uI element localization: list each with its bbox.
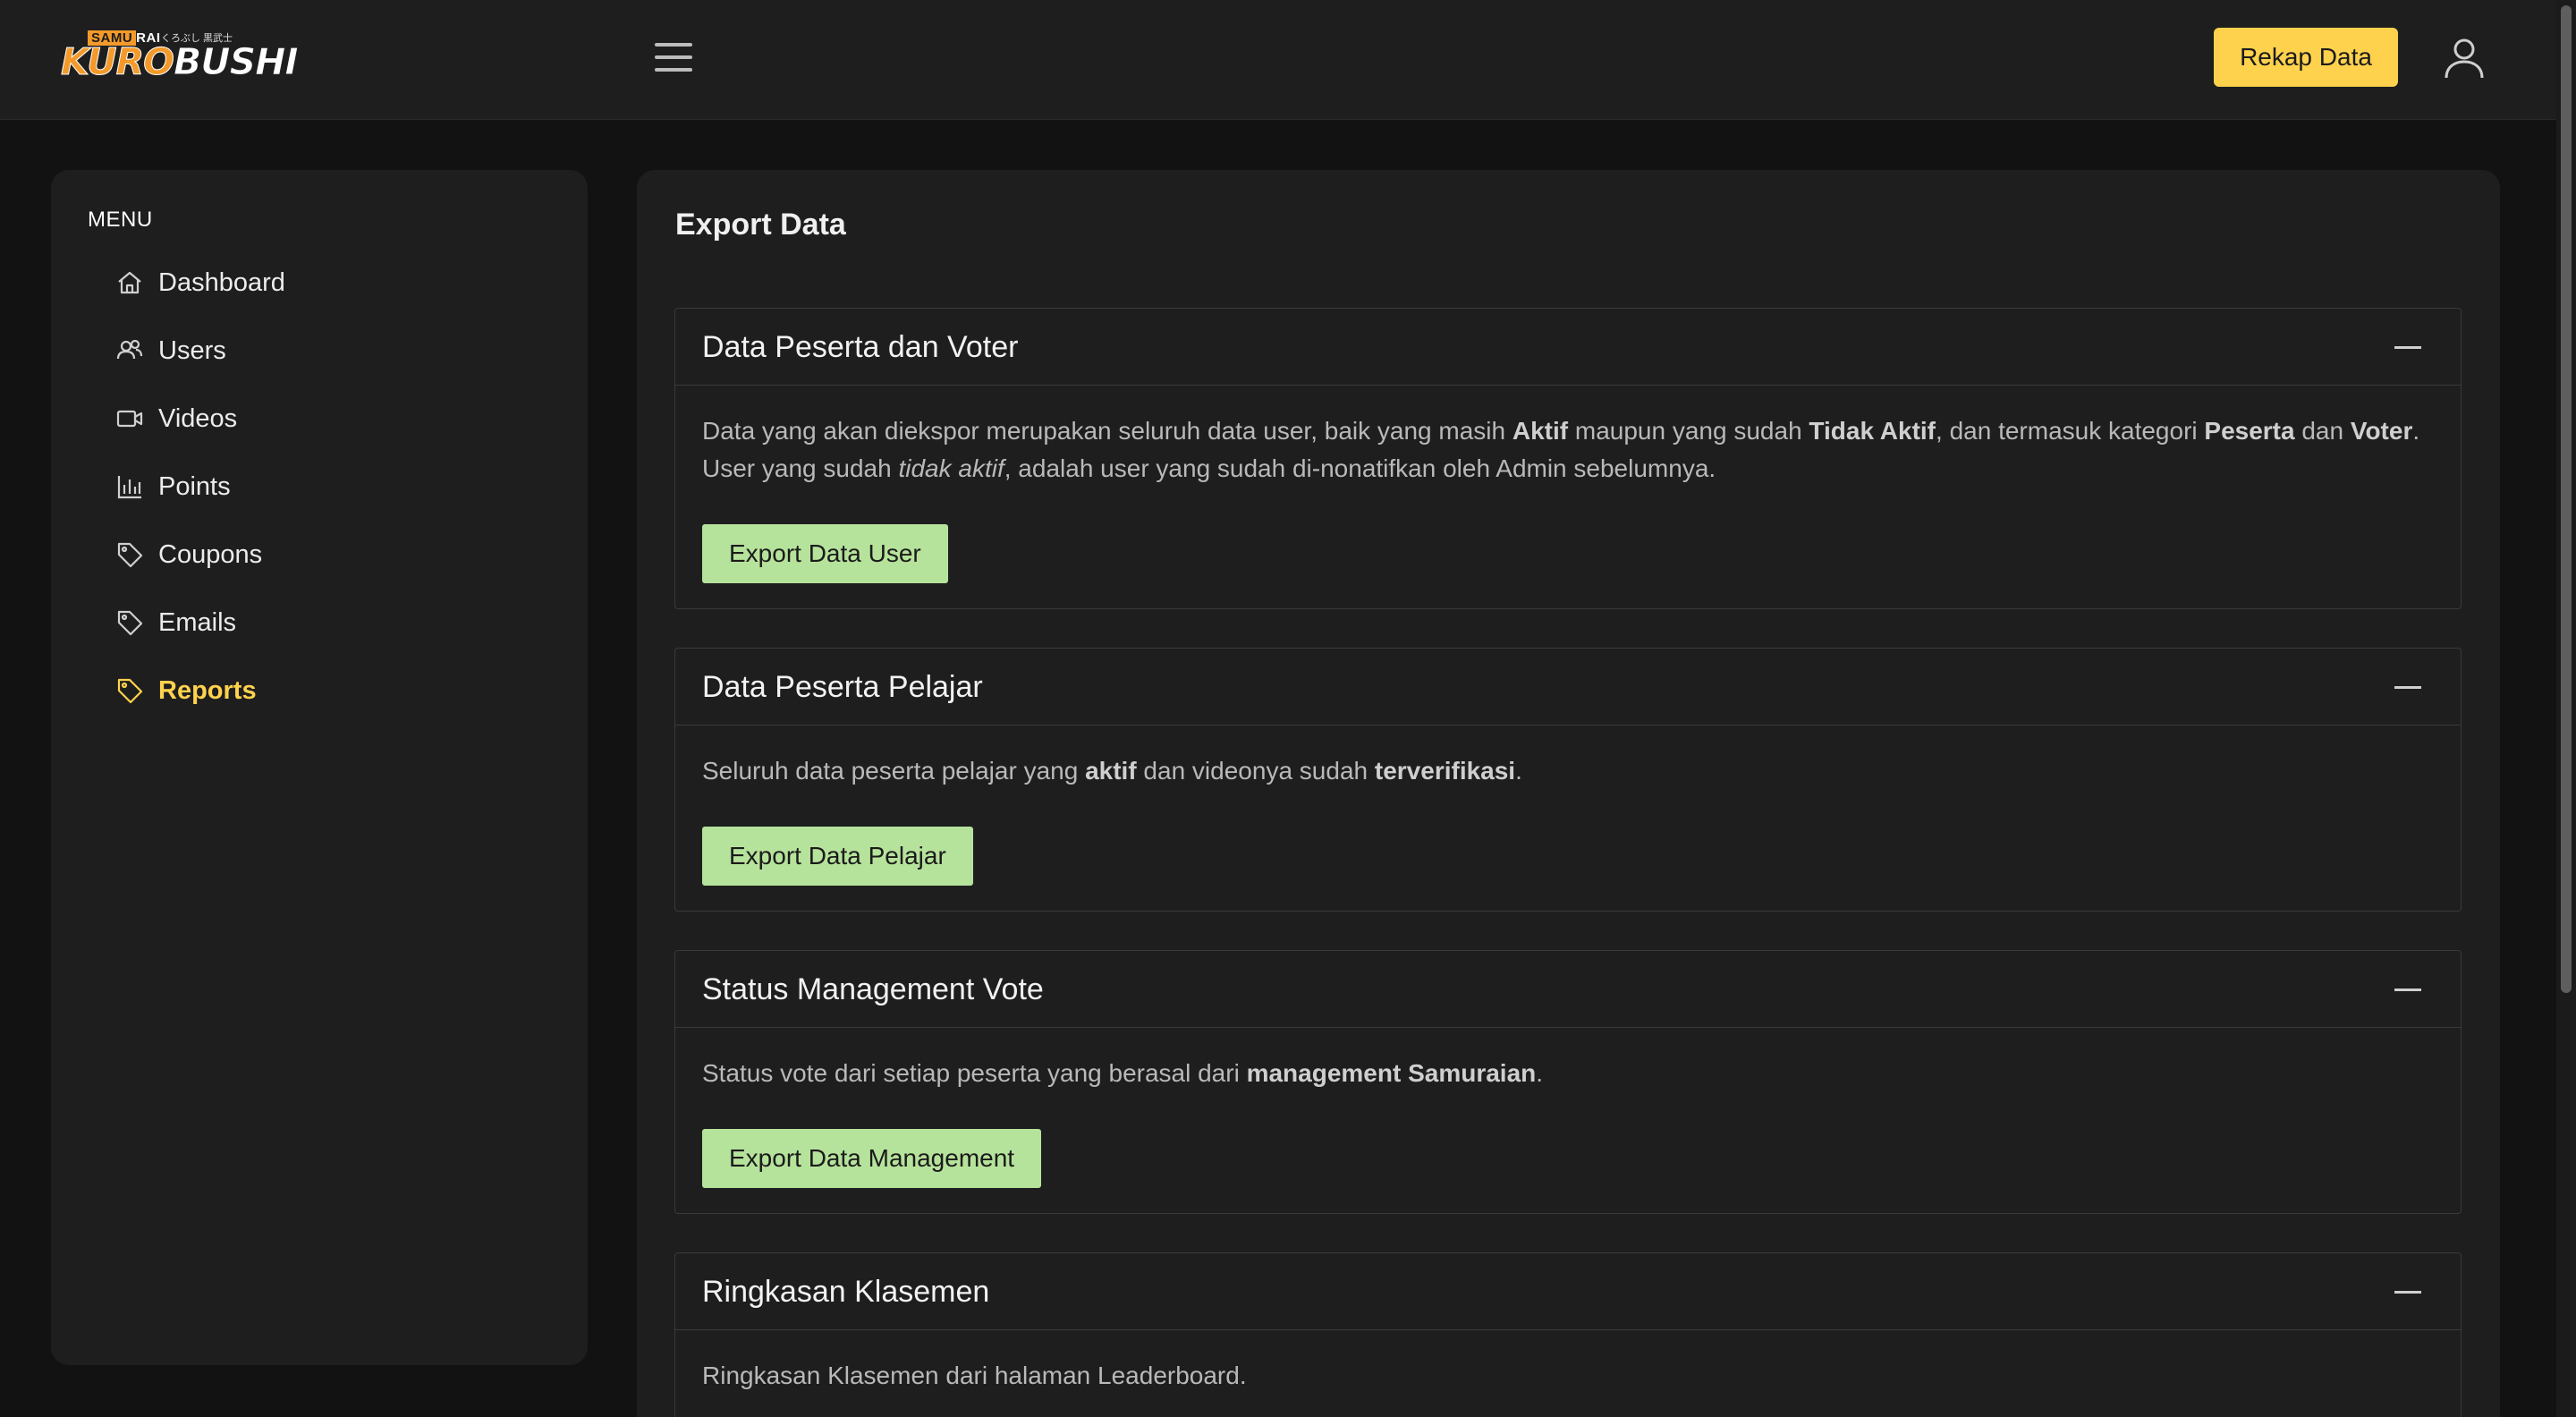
sidebar-item-dashboard[interactable]: Dashboard: [115, 260, 545, 305]
card-title: Data Peserta Pelajar: [702, 670, 983, 704]
card-status-management-vote: Status Management Vote Status vote dari …: [674, 950, 2462, 1214]
sidebar-item-label: Emails: [158, 607, 237, 637]
collapse-minus-icon[interactable]: [2394, 978, 2421, 1001]
card-header: Data Peserta Pelajar: [675, 649, 2461, 725]
card-body: Seluruh data peserta pelajar yang aktif …: [675, 725, 2461, 790]
bar-chart-icon: [117, 476, 141, 499]
card-header: Ringkasan Klasemen: [675, 1253, 2461, 1330]
card-data-peserta-voter: Data Peserta dan Voter Data yang akan di…: [674, 308, 2462, 609]
sidebar-item-users[interactable]: Users: [115, 328, 545, 373]
card-title: Ringkasan Klasemen: [702, 1275, 990, 1309]
card-body: Status vote dari setiap peserta yang ber…: [675, 1028, 2461, 1092]
card-ringkasan-klasemen: Ringkasan Klasemen Ringkasan Klasemen da…: [674, 1252, 2462, 1417]
sidebar-item-emails[interactable]: Emails: [115, 600, 545, 645]
export-data-management-button[interactable]: Export Data Management: [702, 1129, 1042, 1188]
hamburger-menu-icon[interactable]: [655, 43, 692, 72]
page-scrollbar[interactable]: [2556, 0, 2576, 1417]
card-data-peserta-pelajar: Data Peserta Pelajar Seluruh data pesert…: [674, 648, 2462, 912]
tag-icon: [117, 542, 143, 568]
user-profile-icon[interactable]: [2442, 36, 2487, 81]
collapse-minus-icon[interactable]: [2394, 675, 2421, 699]
export-data-user-button[interactable]: Export Data User: [702, 524, 948, 583]
card-title: Status Management Vote: [702, 972, 1044, 1006]
sidebar: MENU Dashboard Users Videos Points Coupo…: [51, 170, 588, 1365]
card-description: Seluruh data peserta pelajar yang aktif …: [702, 757, 1522, 785]
app-root: SAMU RAI くろぶし 黒武士 KUROBUSHI Rekap Data ME…: [0, 0, 2576, 1417]
card-title: Data Peserta dan Voter: [702, 330, 1019, 364]
sidebar-item-label: Dashboard: [158, 267, 285, 297]
collapse-minus-icon[interactable]: [2394, 335, 2421, 359]
sidebar-item-label: Reports: [158, 675, 257, 705]
sidebar-item-points[interactable]: Points: [115, 464, 545, 509]
logo-wordmark: KUROBUSHI: [60, 40, 299, 83]
card-description: Ringkasan Klasemen dari halaman Leaderbo…: [702, 1362, 1247, 1389]
tag-icon: [117, 610, 143, 636]
card-description: Status vote dari setiap peserta yang ber…: [702, 1059, 1544, 1087]
menu-heading: MENU: [88, 208, 153, 232]
card-header: Data Peserta dan Voter: [675, 309, 2461, 386]
home-icon: [118, 271, 141, 294]
card-header: Status Management Vote: [675, 951, 2461, 1028]
sidebar-item-label: Videos: [158, 403, 238, 433]
tag-icon: [117, 678, 143, 704]
card-body: Data yang akan diekspor merupakan seluru…: [675, 386, 2461, 488]
video-icon: [116, 410, 143, 428]
export-data-pelajar-button[interactable]: Export Data Pelajar: [702, 827, 973, 886]
card-description: Data yang akan diekspor merupakan seluru…: [702, 417, 2420, 482]
sidebar-item-videos[interactable]: Videos: [115, 396, 545, 441]
users-icon: [116, 339, 143, 360]
main-content: Export Data Data Peserta dan Voter Data …: [637, 170, 2500, 1417]
card-body: Ringkasan Klasemen dari halaman Leaderbo…: [675, 1330, 2461, 1395]
scrollbar-thumb[interactable]: [2561, 5, 2572, 993]
kurobushi-logo[interactable]: SAMU RAI くろぶし 黒武士 KUROBUSHI: [57, 27, 299, 84]
sidebar-item-label: Points: [158, 471, 231, 501]
sidebar-item-reports[interactable]: Reports: [115, 668, 545, 713]
page-title: Export Data: [675, 208, 846, 242]
collapse-minus-icon[interactable]: [2394, 1280, 2421, 1303]
top-header: SAMU RAI くろぶし 黒武士 KUROBUSHI Rekap Data: [0, 0, 2556, 120]
sidebar-item-label: Users: [158, 335, 226, 365]
sidebar-item-label: Coupons: [158, 539, 263, 569]
sidebar-item-coupons[interactable]: Coupons: [115, 532, 545, 577]
rekap-data-button[interactable]: Rekap Data: [2214, 28, 2398, 87]
